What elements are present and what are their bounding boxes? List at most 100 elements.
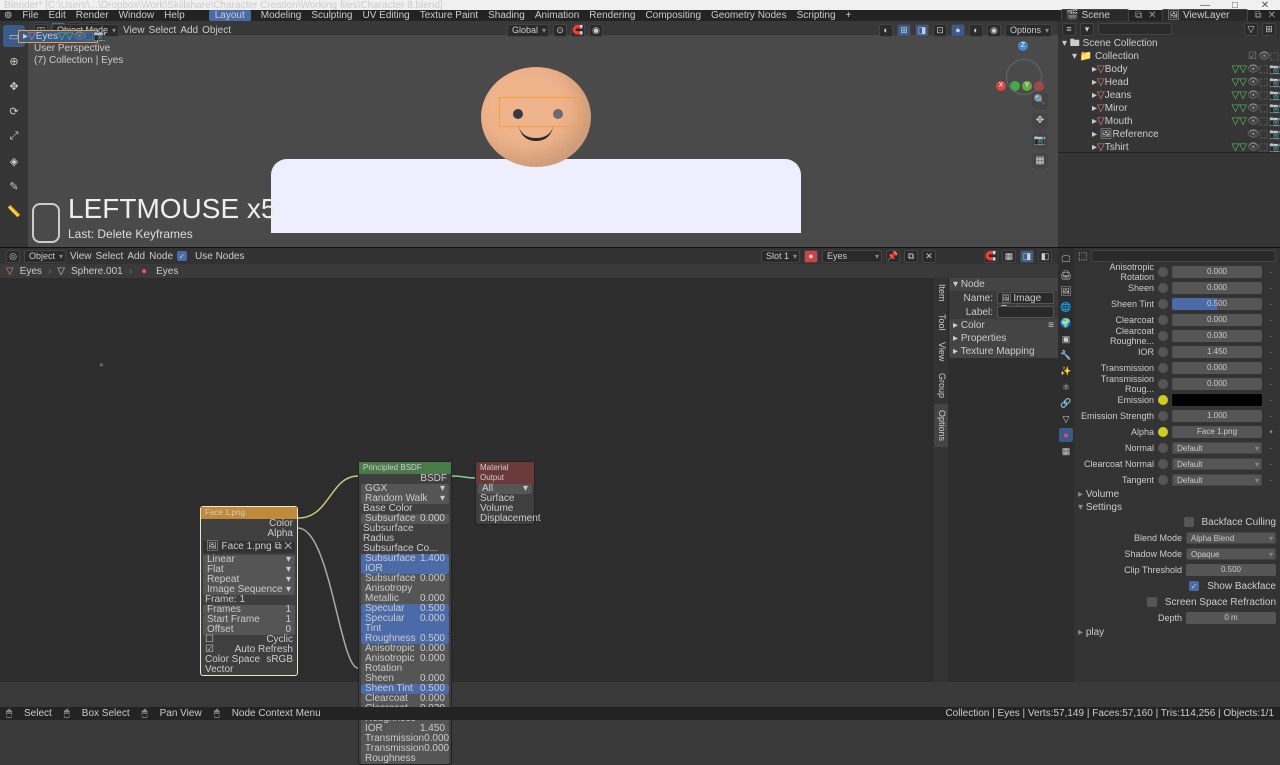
shade-render[interactable]: ◉ <box>987 24 1001 37</box>
blend-mode-drop[interactable]: Alpha Blend <box>1186 532 1276 544</box>
depth-val[interactable]: 0 m <box>1186 612 1276 624</box>
prop-normal[interactable]: NormalDefault· <box>1074 440 1280 456</box>
ptab-world[interactable]: 🌍 <box>1059 316 1073 330</box>
node-material-output[interactable]: Material Output All▾ Surface Volume Disp… <box>475 461 535 525</box>
proportional-icon[interactable]: ◉ <box>589 24 603 37</box>
workspace-modeling[interactable]: Modeling <box>261 10 302 21</box>
node-overlay1[interactable]: ▦ <box>1002 250 1016 263</box>
menu-window[interactable]: Window <box>119 10 155 21</box>
workspace-scripting[interactable]: Scripting <box>797 10 836 21</box>
mat-name[interactable]: Eyes <box>822 250 882 263</box>
scene-del-icon[interactable]: ✕ <box>1148 10 1156 21</box>
tab-view[interactable]: View <box>934 336 948 367</box>
chk-backface[interactable] <box>1184 517 1194 527</box>
tool-scale[interactable]: ⤢ <box>3 125 25 147</box>
prop-tangent[interactable]: TangentDefault· <box>1074 472 1280 488</box>
clip-threshold[interactable]: 0.500 <box>1186 564 1276 576</box>
tool-cursor[interactable]: ⊕ <box>3 50 25 72</box>
shade-matprev[interactable]: ◐ <box>969 24 983 37</box>
props-search[interactable] <box>1091 250 1276 262</box>
xray-toggle[interactable]: ◨ <box>915 24 929 37</box>
node-editor-type-icon[interactable]: ◎ <box>6 250 20 263</box>
sec-volume[interactable]: Volume <box>1074 488 1280 501</box>
ptab-particle[interactable]: ✨ <box>1059 364 1073 378</box>
node-type-drop[interactable]: Object <box>24 250 66 263</box>
node-menu-select[interactable]: Select <box>96 251 124 262</box>
ptab-scene[interactable]: 🌐 <box>1059 300 1073 314</box>
sec-texmap[interactable]: ▸ Texture Mapping <box>949 345 1058 358</box>
ptab-modifier[interactable]: 🔧 <box>1059 348 1073 362</box>
vp-menu-view[interactable]: View <box>123 25 145 36</box>
vp-menu-add[interactable]: Add <box>180 25 198 36</box>
vp-menu-select[interactable]: Select <box>149 25 177 36</box>
outliner-item-mouth[interactable]: ▸ ▽ Mouth ▽ ▽👁⬚📷 <box>1058 115 1280 128</box>
shadow-mode-drop[interactable]: Opaque <box>1186 548 1276 560</box>
nav-zoom[interactable]: 🔍 <box>1032 93 1048 109</box>
layer-new-icon[interactable]: ⧉ <box>1254 10 1261 21</box>
menu-help[interactable]: Help <box>164 10 185 21</box>
scene-new-icon[interactable]: ⧉ <box>1135 10 1142 21</box>
prop-anisotropic-rotation[interactable]: Anisotropic Rotation0.000· <box>1074 264 1280 280</box>
workspace-rendering[interactable]: Rendering <box>589 10 635 21</box>
menu-file[interactable]: File <box>22 10 38 21</box>
menu-edit[interactable]: Edit <box>49 10 66 21</box>
tab-item[interactable]: Item <box>934 278 948 308</box>
snap-icon[interactable]: 🧲 <box>571 24 585 37</box>
node-menu-node[interactable]: Node <box>149 251 173 262</box>
workspace-animation[interactable]: Animation <box>535 10 579 21</box>
mat-new[interactable]: ⧉ <box>904 250 918 263</box>
gizmo-toggle[interactable]: ◐ <box>879 24 893 37</box>
prop-emission-strength[interactable]: Emission Strength1.000· <box>1074 408 1280 424</box>
use-nodes-check[interactable]: ✓ <box>177 251 187 261</box>
ptab-constraint[interactable]: 🔗 <box>1059 396 1073 410</box>
node-editor[interactable]: ◎ Object View Select Add Node ✓Use Nodes… <box>0 248 1058 682</box>
mat-icon[interactable]: ● <box>804 250 818 263</box>
menu-render[interactable]: Render <box>76 10 109 21</box>
chk-ssr[interactable] <box>1147 597 1157 607</box>
prop-clearcoat-normal[interactable]: Clearcoat NormalDefault· <box>1074 456 1280 472</box>
sec-color[interactable]: ▸ Color ≡ <box>949 319 1058 332</box>
ptab-viewlayer[interactable]: 🖼 <box>1059 284 1073 298</box>
prop-sheen-tint[interactable]: Sheen Tint0.500· <box>1074 296 1280 312</box>
workspace-geonodes[interactable]: Geometry Nodes <box>711 10 787 21</box>
prop-emission[interactable]: Emission· <box>1074 392 1280 408</box>
overlay-toggle[interactable]: ⊞ <box>897 24 911 37</box>
node-overlay2[interactable]: ◨ <box>1020 250 1034 263</box>
blender-icon[interactable]: ⊚ <box>4 10 12 21</box>
layer-del-icon[interactable]: ✕ <box>1268 10 1276 21</box>
vp-menu-object[interactable]: Object <box>202 25 231 36</box>
tool-rotate[interactable]: ⟳ <box>3 100 25 122</box>
outliner-filter-icon[interactable]: ▽ <box>1244 23 1258 36</box>
tool-annotate[interactable]: ✎ <box>3 175 25 197</box>
outliner-item-miror[interactable]: ▸ ▽ Miror ▽ ▽👁⬚📷 <box>1058 102 1280 115</box>
workspace-texpaint[interactable]: Texture Paint <box>420 10 478 21</box>
nav-camera[interactable]: 📷 <box>1032 133 1048 149</box>
tab-tool[interactable]: Tool <box>934 308 948 337</box>
prop-sheen[interactable]: Sheen0.000· <box>1074 280 1280 296</box>
slot-drop[interactable]: Slot 1 <box>761 250 800 263</box>
outliner-collection[interactable]: ▾ 📁 Collection☑👁⬚ <box>1058 50 1280 63</box>
workspace-uv[interactable]: UV Editing <box>362 10 409 21</box>
node-overlay3[interactable]: ◧ <box>1038 250 1052 263</box>
tab-group[interactable]: Group <box>934 367 948 404</box>
ptab-material[interactable]: ● <box>1059 428 1073 442</box>
nav-persp[interactable]: ▦ <box>1032 153 1048 169</box>
mat-pin[interactable]: 📌 <box>886 250 900 263</box>
node-menu-view[interactable]: View <box>70 251 92 262</box>
outliner-root[interactable]: ▾ 🖿 Scene Collection <box>1058 37 1280 50</box>
ptab-object[interactable]: ▣ <box>1059 332 1073 346</box>
prop-ior[interactable]: IOR1.450· <box>1074 344 1280 360</box>
workspace-add[interactable]: + <box>846 10 852 21</box>
ptab-texture[interactable]: ▦ <box>1059 444 1073 458</box>
ptab-output[interactable]: 🖨 <box>1059 268 1073 282</box>
tool-move[interactable]: ✥ <box>3 75 25 97</box>
orientation-dropdown[interactable]: Global <box>507 24 549 37</box>
outliner-item-eyes[interactable]: ▸ ▽ Eyes ▽ ▽👁⬚📷 <box>18 30 98 43</box>
node-menu-add[interactable]: Add <box>127 251 145 262</box>
tool-transform[interactable]: ◈ <box>3 150 25 172</box>
sec-props[interactable]: ▸ Properties <box>949 332 1058 345</box>
shade-wire[interactable]: ⊡ <box>933 24 947 37</box>
prop-transmission-roug-[interactable]: Transmission Roug...0.000· <box>1074 376 1280 392</box>
prop-alpha[interactable]: AlphaFace 1.png• <box>1074 424 1280 440</box>
sec-node[interactable]: ▾ Node <box>949 278 1058 291</box>
